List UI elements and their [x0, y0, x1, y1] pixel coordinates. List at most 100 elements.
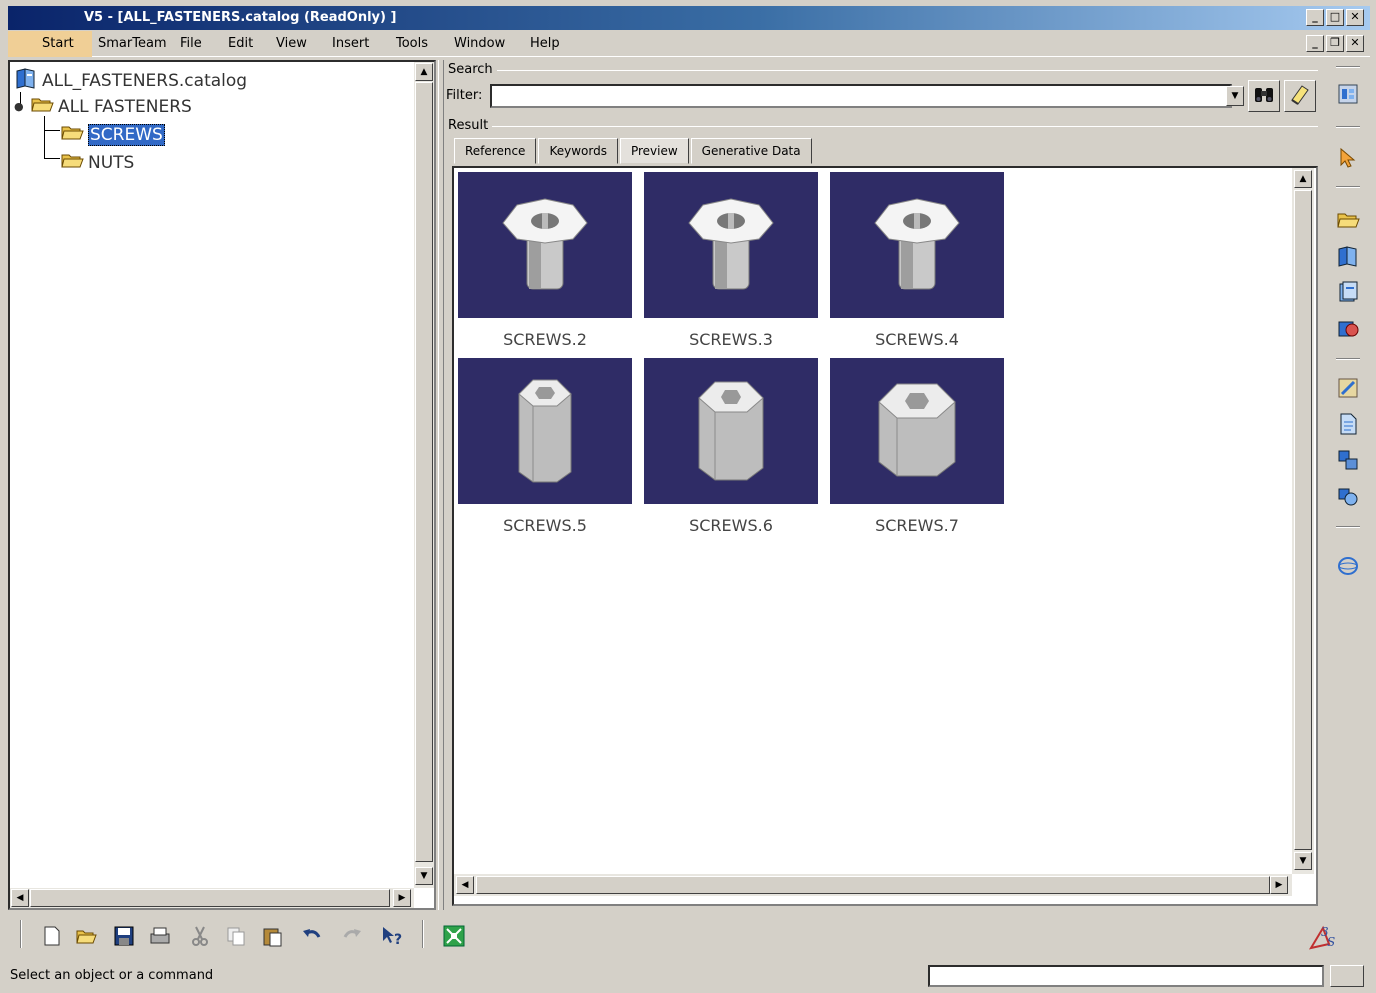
scroll-left-button[interactable]: ◀ [456, 876, 474, 894]
scroll-down-button[interactable]: ▼ [1294, 852, 1312, 870]
menu-start[interactable]: Start [42, 36, 74, 51]
result-item[interactable]: SCREWS.4 [830, 172, 1004, 349]
whats-this-button[interactable]: ? [378, 924, 406, 952]
open-folder-icon [1336, 208, 1360, 236]
menu-file[interactable]: File [180, 36, 202, 51]
document-button[interactable] [1334, 412, 1362, 440]
resolve-button[interactable] [1334, 484, 1362, 512]
title-bar[interactable]: V5 - [ALL_FASTENERS.catalog (ReadOnly) ]… [8, 6, 1370, 30]
paste-button[interactable] [258, 924, 286, 952]
result-item[interactable]: SCREWS.2 [458, 172, 632, 349]
open-icon [75, 925, 97, 951]
tab-preview[interactable]: Preview [619, 138, 689, 164]
maximize-button[interactable]: □ [1326, 9, 1344, 26]
document-window-controls: _ ❐ ✕ [1306, 35, 1364, 52]
scroll-up-button[interactable]: ▲ [415, 63, 433, 81]
scroll-thumb[interactable] [415, 82, 433, 862]
preview-results[interactable]: SCREWS.2 SCREWS.3 SCREWS.4 SCREWS.5 SCRE… [452, 166, 1318, 906]
panel-splitter[interactable] [438, 60, 444, 910]
cut-button[interactable] [186, 924, 214, 952]
result-item[interactable]: SCREWS.7 [830, 358, 1004, 535]
status-message: Select an object or a command [10, 968, 214, 983]
open-folder-icon [60, 150, 84, 175]
tree-horizontal-scrollbar[interactable]: ◀ ▶ [10, 888, 414, 908]
doc-minimize-button[interactable]: _ [1306, 35, 1324, 52]
add-chapter-button[interactable] [1334, 316, 1362, 344]
sphere-button[interactable] [1334, 554, 1362, 582]
tab-keywords[interactable]: Keywords [538, 138, 618, 164]
keywords-button[interactable] [1334, 376, 1362, 404]
menu-window[interactable]: Window [454, 36, 505, 51]
undo-button[interactable] [298, 924, 326, 952]
menu-view[interactable]: View [276, 36, 307, 51]
tree-node-root[interactable]: ALL_FASTENERS.catalog [14, 66, 247, 95]
tree-chapter-label: ALL FASTENERS [58, 96, 192, 117]
clear-filter-button[interactable] [1284, 80, 1316, 112]
result-item[interactable]: SCREWS.6 [644, 358, 818, 535]
filter-dropdown-button[interactable]: ▼ [1226, 86, 1244, 106]
select-button[interactable] [1334, 146, 1362, 174]
fit-all-icon [443, 925, 465, 951]
doc-close-button[interactable]: ✕ [1346, 35, 1364, 52]
scroll-down-button[interactable]: ▼ [415, 867, 433, 885]
new-button[interactable] [38, 924, 66, 952]
catalog-browser-panel: Search Filter: ▼ Result Reference Keywor… [446, 60, 1324, 910]
scroll-right-button[interactable]: ▶ [1270, 876, 1288, 894]
copy-button[interactable] [222, 924, 250, 952]
redo-icon [341, 925, 363, 951]
toolbar-separator [1336, 186, 1360, 188]
tab-generative-data[interactable]: Generative Data [690, 138, 812, 164]
fit-all-button[interactable] [440, 924, 468, 952]
menu-bar: Start SmarTeam File Edit View Insert Too… [8, 31, 1370, 57]
tree-vertical-scrollbar[interactable]: ▲ ▼ [414, 62, 434, 888]
binoculars-icon [1252, 82, 1276, 110]
catalog-editor-button[interactable] [1334, 82, 1362, 110]
menu-help[interactable]: Help [530, 36, 560, 51]
tree-node-chapter[interactable]: ● ALL FASTENERS [14, 94, 192, 119]
socket-head-screw-icon [867, 364, 967, 498]
print-button[interactable] [146, 924, 174, 952]
command-input[interactable] [928, 965, 1324, 987]
tree-node-screws[interactable]: SCREWS [60, 122, 165, 147]
scroll-thumb[interactable] [476, 876, 1270, 894]
toolbar-separator [1336, 526, 1360, 528]
scroll-thumb[interactable] [1294, 190, 1312, 850]
menu-smarteam[interactable]: SmarTeam [98, 36, 167, 51]
menu-tools[interactable]: Tools [396, 36, 428, 51]
scroll-right-button[interactable]: ▶ [393, 889, 411, 907]
tab-reference[interactable]: Reference [454, 138, 537, 164]
open-catalog-button[interactable] [1334, 208, 1362, 236]
results-horizontal-scrollbar[interactable]: ◀ ▶ [454, 874, 1292, 896]
scroll-thumb[interactable] [30, 889, 390, 907]
add-part-button[interactable] [1334, 280, 1362, 308]
open-button[interactable] [72, 924, 100, 952]
window-title: V5 - [ALL_FASTENERS.catalog (ReadOnly) ] [84, 10, 397, 25]
standard-toolbar: ? 3S [8, 914, 1370, 960]
filter-input[interactable] [490, 84, 1232, 108]
scroll-left-button[interactable]: ◀ [11, 889, 29, 907]
family-icon [1336, 448, 1360, 476]
search-group-rule [486, 70, 1318, 71]
search-button[interactable] [1248, 80, 1280, 112]
menu-insert[interactable]: Insert [332, 36, 369, 51]
results-vertical-scrollbar[interactable]: ▲ ▼ [1292, 168, 1314, 874]
close-button[interactable]: ✕ [1346, 9, 1364, 26]
add-component-button[interactable] [1334, 244, 1362, 272]
expand-toggle-icon[interactable]: ● [14, 100, 30, 113]
menu-edit[interactable]: Edit [228, 36, 253, 51]
command-button[interactable] [1330, 965, 1364, 987]
catalog-tree[interactable]: ALL_FASTENERS.catalog ● ALL FASTENERS SC… [8, 60, 436, 910]
result-group-rule [486, 126, 1318, 127]
tree-node-nuts[interactable]: NUTS [60, 150, 134, 175]
result-item[interactable]: SCREWS.5 [458, 358, 632, 535]
result-group-label: Result [448, 118, 493, 133]
family-button[interactable] [1334, 448, 1362, 476]
scroll-up-button[interactable]: ▲ [1294, 170, 1312, 188]
doc-restore-button[interactable]: ❐ [1326, 35, 1344, 52]
result-item[interactable]: SCREWS.3 [644, 172, 818, 349]
minimize-button[interactable]: _ [1306, 9, 1324, 26]
save-button[interactable] [110, 924, 138, 952]
search-group-label: Search [448, 62, 497, 77]
print-icon [149, 925, 171, 951]
redo-button[interactable] [338, 924, 366, 952]
